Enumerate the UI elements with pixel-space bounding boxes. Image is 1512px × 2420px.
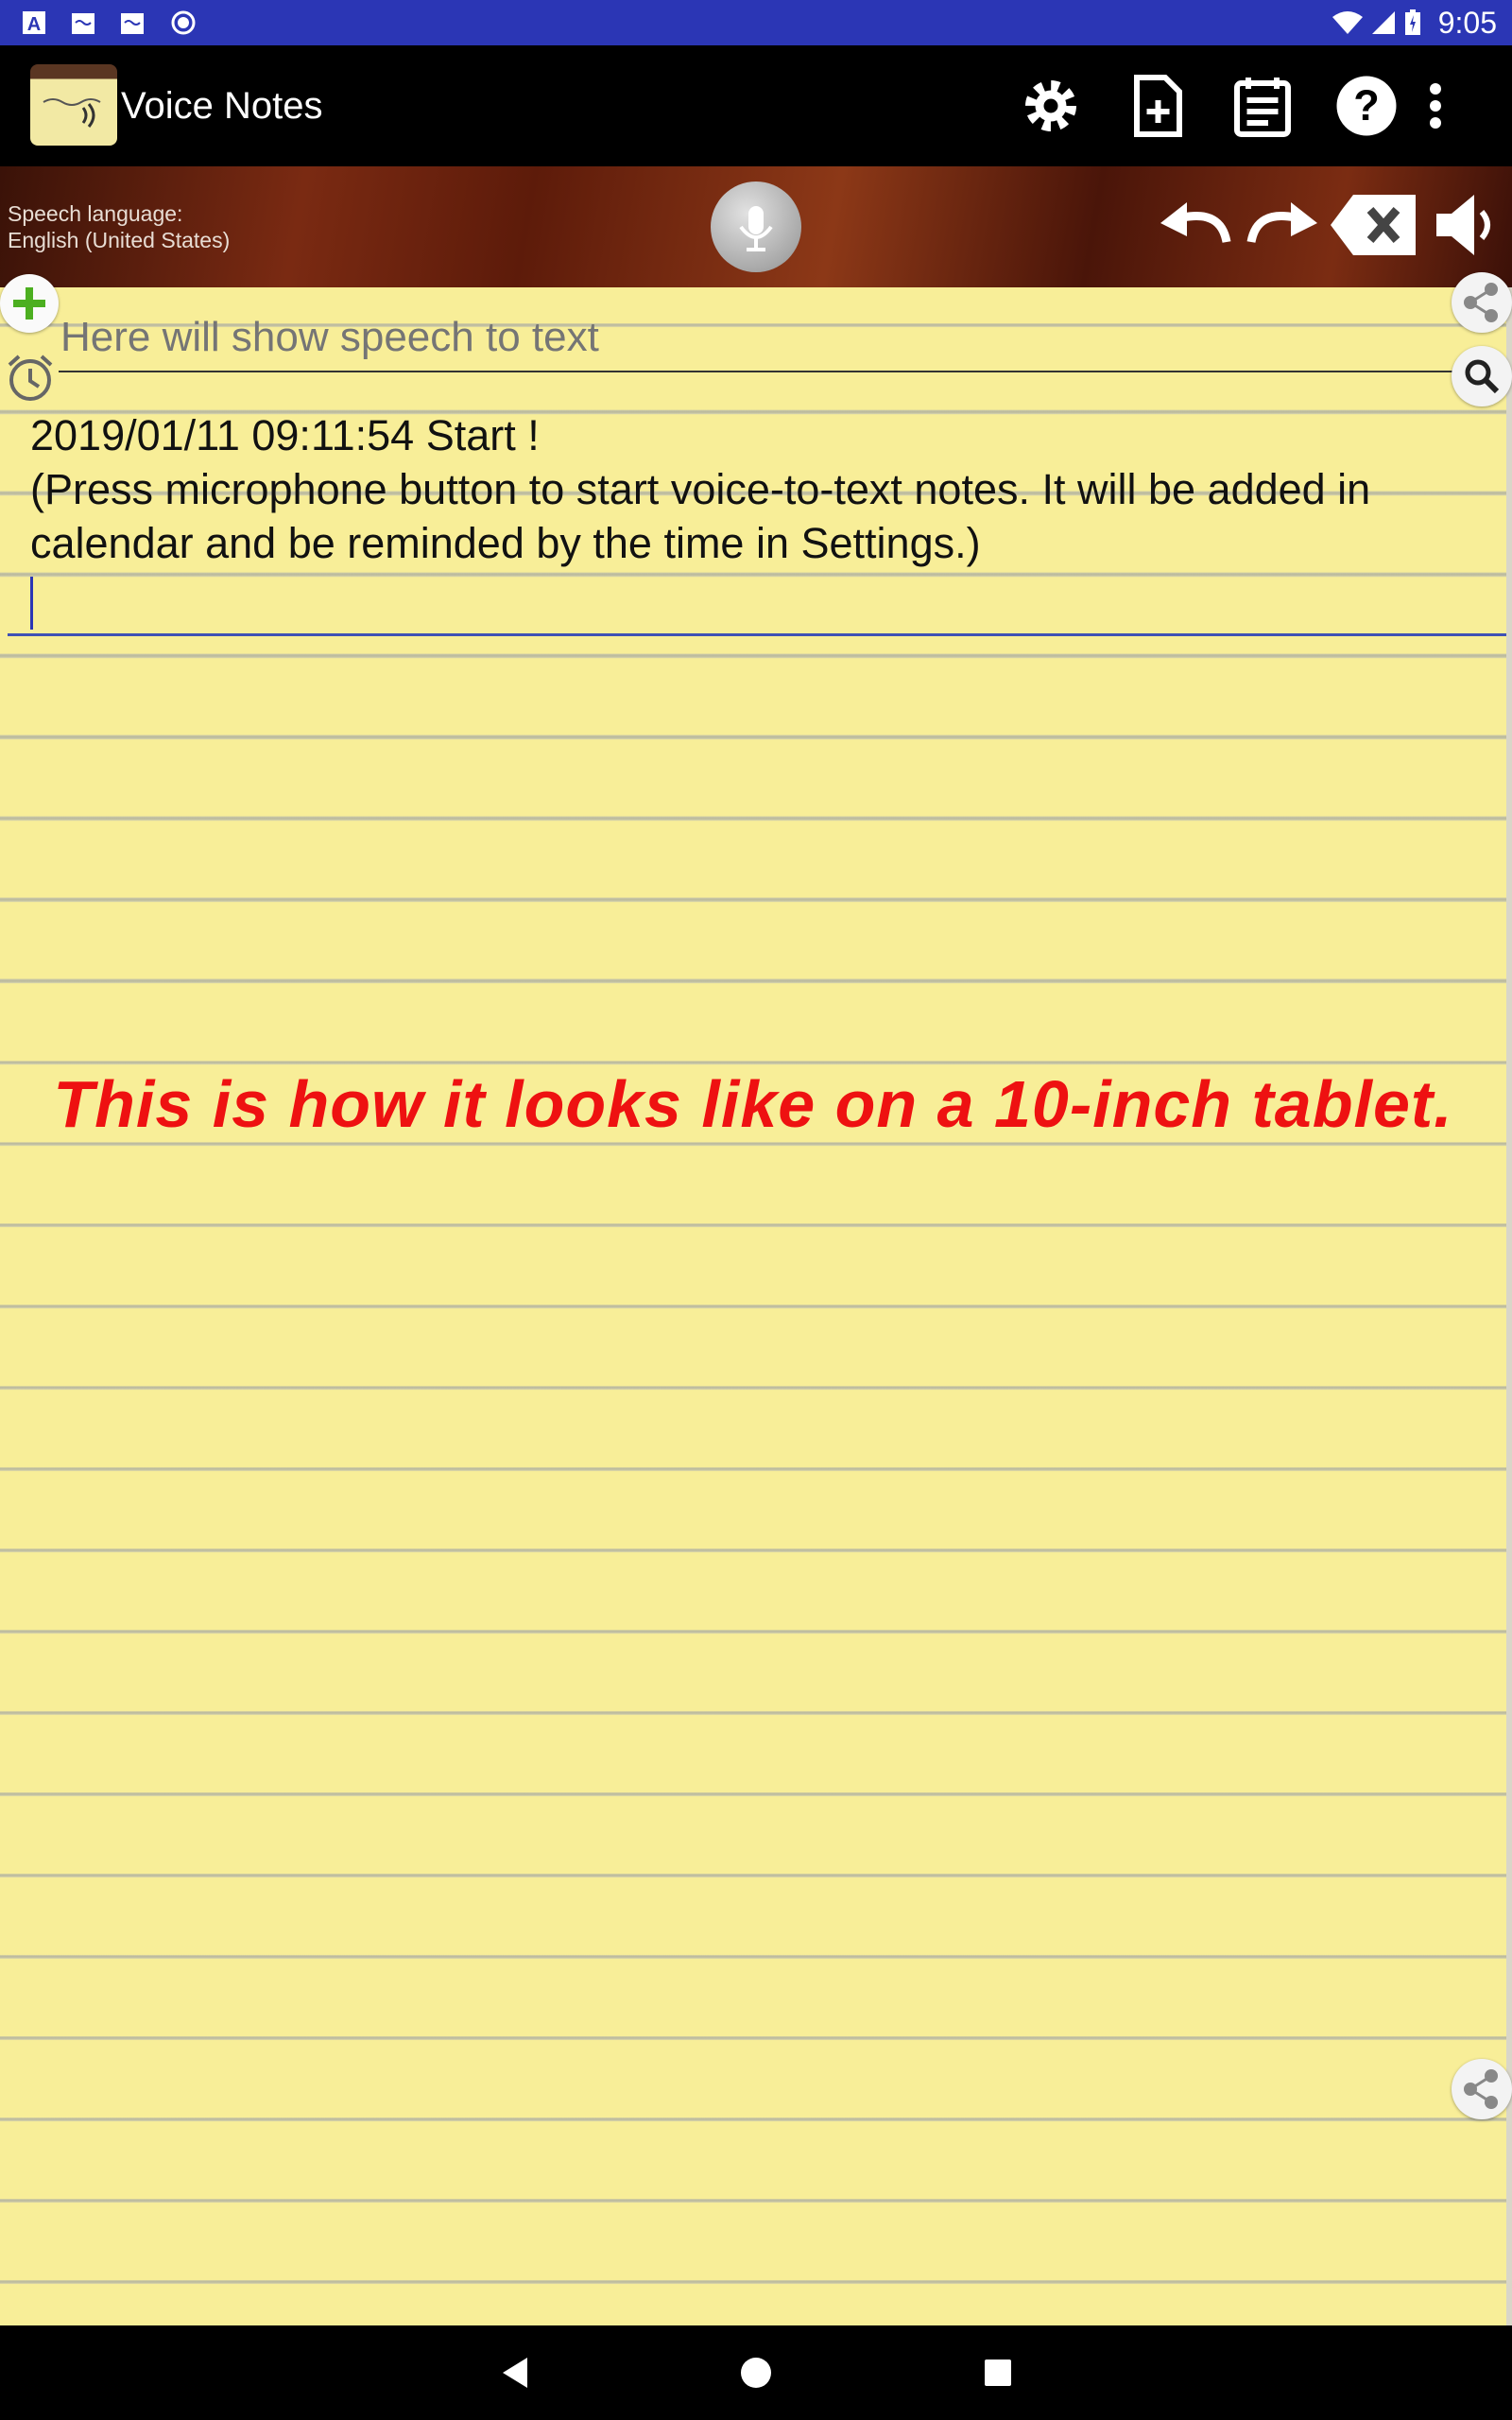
microphone-button[interactable]	[711, 182, 801, 272]
circle-icon	[171, 10, 196, 35]
promo-caption: This is how it looks like on a 10-inch t…	[53, 1067, 1453, 1141]
navigation-bar	[0, 2325, 1512, 2420]
clear-icon[interactable]	[1329, 189, 1419, 261]
note-instruction-text: (Press microphone button to start voice-…	[30, 465, 1371, 567]
speaker-icon[interactable]	[1435, 189, 1497, 261]
app-logo-icon	[30, 64, 117, 146]
settings-icon[interactable]	[1017, 72, 1085, 140]
share-icon	[1464, 283, 1498, 322]
back-icon[interactable]	[495, 2352, 537, 2394]
notes-icon	[72, 13, 94, 34]
recents-icon[interactable]	[977, 2352, 1019, 2394]
text-cursor	[30, 577, 33, 630]
paper-edge	[1506, 287, 1512, 2325]
speech-language-label: Speech language:	[8, 201, 183, 226]
alarm-icon[interactable]	[4, 352, 57, 405]
add-note-button[interactable]	[0, 274, 59, 333]
new-note-icon[interactable]	[1123, 72, 1191, 140]
microphone-icon	[739, 206, 773, 251]
home-icon[interactable]	[735, 2352, 777, 2394]
share-button-top[interactable]	[1452, 272, 1512, 333]
plus-icon	[13, 287, 45, 320]
search-button[interactable]	[1452, 346, 1512, 406]
app-title: Voice Notes	[121, 85, 323, 127]
note-content[interactable]: 2019/01/11 09:11:54 Start ! (Press micro…	[30, 408, 1486, 570]
calendar-note-icon[interactable]	[1228, 72, 1297, 140]
svg-text:A: A	[27, 14, 41, 35]
redo-icon[interactable]	[1244, 189, 1323, 261]
help-icon[interactable]: ?	[1332, 72, 1400, 140]
speech-language-value: English (United States)	[8, 228, 231, 252]
speech-text-input[interactable]	[60, 308, 1459, 367]
svg-text:?: ?	[1353, 81, 1380, 130]
signal-icon	[1372, 11, 1395, 34]
notes-icon	[121, 13, 144, 34]
battery-icon	[1405, 9, 1420, 35]
a-icon: A	[23, 11, 45, 35]
speech-language-selector[interactable]: Speech language: English (United States)	[8, 200, 230, 253]
speech-input-underline	[59, 371, 1461, 372]
status-time: 9:05	[1437, 6, 1497, 40]
note-paper[interactable]	[0, 287, 1506, 2325]
note-timestamp-line: 2019/01/11 09:11:54 Start !	[30, 411, 540, 459]
search-icon	[1465, 359, 1500, 394]
app-bar: Voice Notes ?	[0, 45, 1512, 166]
overflow-menu-icon[interactable]	[1421, 72, 1450, 140]
share-icon	[1464, 2069, 1498, 2109]
share-button-bottom[interactable]	[1452, 2059, 1512, 2119]
speech-toolbar: Speech language: English (United States)	[0, 166, 1512, 287]
wifi-icon	[1332, 11, 1363, 34]
note-underline	[8, 633, 1506, 636]
undo-icon[interactable]	[1155, 189, 1234, 261]
status-bar: A 9:05	[0, 0, 1512, 45]
